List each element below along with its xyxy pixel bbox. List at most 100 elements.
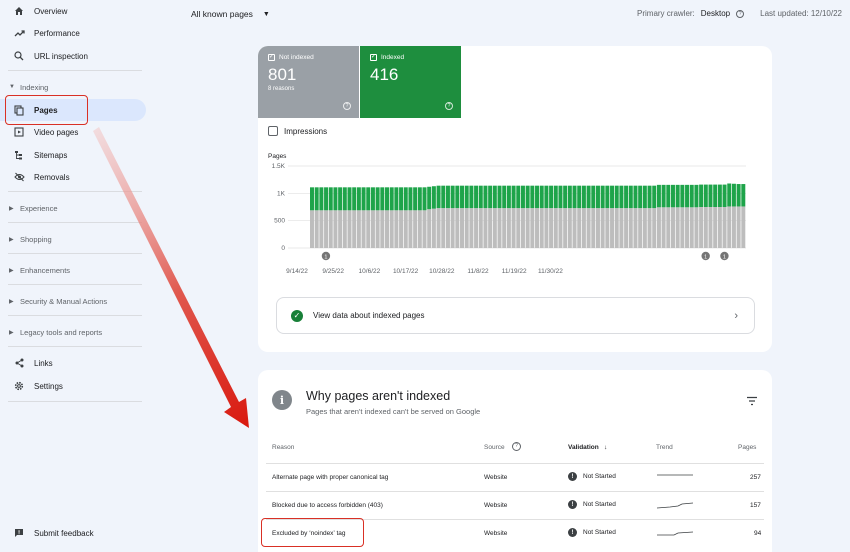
checkbox[interactable]	[268, 126, 278, 136]
help-icon[interactable]: ?	[343, 102, 351, 110]
bar-not-indexed	[394, 210, 399, 248]
bar-not-indexed	[544, 208, 549, 248]
bar-indexed	[722, 184, 727, 207]
help-icon[interactable]: ?	[445, 102, 453, 110]
bar-not-indexed	[539, 208, 544, 248]
bar-not-indexed	[600, 208, 605, 248]
col-header-validation[interactable]: Validation	[568, 444, 599, 451]
bar-not-indexed	[520, 208, 525, 248]
help-icon[interactable]: ?	[736, 9, 745, 18]
caret-right-icon: ▶	[9, 267, 14, 274]
x-tick-label: 11/19/22	[502, 268, 527, 275]
bar-not-indexed	[642, 208, 647, 248]
bar-not-indexed	[413, 210, 418, 248]
bar-indexed	[464, 185, 469, 209]
bar-not-indexed	[516, 208, 521, 248]
bar-indexed	[403, 187, 408, 211]
sidebar-item-performance[interactable]: Performance	[0, 22, 146, 44]
bar-not-indexed	[492, 208, 497, 248]
bar-indexed	[408, 187, 413, 211]
video-icon	[13, 126, 25, 138]
bar-not-indexed	[628, 208, 633, 248]
view-indexed-data-button[interactable]: ✓ View data about indexed pages ›	[276, 297, 755, 334]
dropdown-arrow-icon: ▼	[262, 10, 270, 18]
bar-not-indexed	[694, 207, 699, 248]
section-label: Enhancements	[20, 265, 71, 275]
indexed-tile[interactable]: ✓ Indexed 416 ?	[360, 46, 461, 118]
bar-indexed	[628, 185, 633, 209]
bar-not-indexed	[431, 208, 436, 248]
last-updated: Last updated: 12/10/22	[760, 9, 842, 18]
sidebar-item-label: URL inspection	[34, 51, 88, 61]
bar-indexed	[572, 185, 577, 209]
impressions-toggle[interactable]: Impressions	[268, 126, 327, 136]
sidebar-item-submit-feedback[interactable]: Submit feedback	[0, 522, 146, 544]
pages-cell: 94	[754, 530, 762, 537]
sidebar-item-label: Removals	[34, 172, 70, 182]
page-filter-dropdown[interactable]: All known pages ▼	[191, 9, 270, 19]
table-row[interactable]: Blocked due to access forbidden (403) We…	[266, 491, 764, 519]
bar-not-indexed	[614, 208, 619, 248]
sidebar-item-links[interactable]: Links	[0, 352, 146, 374]
section-label: Shopping	[20, 234, 52, 244]
bar-not-indexed	[689, 207, 694, 248]
bar-not-indexed	[624, 208, 629, 248]
help-icon[interactable]: ?	[512, 442, 521, 451]
x-tick-label: 9/25/22	[322, 268, 344, 275]
section-title: Why pages aren't indexed	[306, 389, 451, 403]
view-data-label: View data about indexed pages	[313, 311, 425, 320]
bar-indexed	[455, 185, 460, 209]
sidebar-section-enhancements[interactable]: ▶ Enhancements	[0, 261, 146, 279]
bar-not-indexed	[685, 207, 690, 248]
bar-indexed	[445, 185, 450, 209]
sidebar-section-legacy[interactable]: ▶ Legacy tools and reports	[0, 323, 146, 341]
sidebar-section-security[interactable]: ▶ Security & Manual Actions	[0, 292, 146, 310]
bar-indexed	[581, 185, 586, 209]
not-indexed-tile[interactable]: ✓ Not indexed 801 8 reasons ?	[258, 46, 359, 118]
bar-indexed	[516, 185, 521, 209]
sidebar-item-overview[interactable]: Overview	[0, 0, 146, 22]
highlight-box	[5, 95, 88, 125]
x-tick-label: 10/17/22	[393, 268, 419, 275]
bar-not-indexed	[488, 208, 493, 248]
sidebar-item-settings[interactable]: Settings	[0, 375, 146, 397]
sidebar-item-removals[interactable]: Removals	[0, 166, 146, 188]
bar-not-indexed	[427, 209, 432, 248]
bar-indexed	[399, 187, 404, 211]
sidebar-item-url-inspection[interactable]: URL inspection	[0, 45, 146, 67]
sidebar-section-shopping[interactable]: ▶ Shopping	[0, 230, 146, 248]
sidebar-section-experience[interactable]: ▶ Experience	[0, 199, 146, 217]
sidebar-item-sitemaps[interactable]: Sitemaps	[0, 144, 146, 166]
validation-cell: ! Not Started	[568, 472, 616, 481]
bar-indexed	[342, 187, 347, 211]
bar-not-indexed	[417, 210, 422, 248]
pages-cell: 257	[750, 474, 761, 481]
sidebar-section-indexing[interactable]: ▼ Indexing	[0, 78, 146, 96]
col-header-source[interactable]: Source	[484, 444, 505, 451]
bar-not-indexed	[647, 208, 652, 248]
bar-not-indexed	[563, 208, 568, 248]
bar-not-indexed	[703, 207, 708, 248]
bar-not-indexed	[553, 208, 558, 248]
col-header-pages[interactable]: Pages	[738, 444, 756, 451]
bar-indexed	[530, 185, 535, 209]
status-icon: !	[568, 500, 577, 509]
bar-not-indexed	[403, 210, 408, 248]
bar-indexed	[417, 187, 422, 211]
bar-indexed	[450, 185, 455, 209]
crawler-label: Primary crawler:	[637, 9, 695, 18]
table-row[interactable]: Alternate page with proper canonical tag…	[266, 463, 764, 491]
col-header-reason[interactable]: Reason	[272, 444, 294, 451]
validation-text: Not Started	[583, 501, 616, 508]
bar-not-indexed	[319, 210, 324, 248]
bar-indexed	[600, 185, 605, 209]
x-tick-label: 11/30/22	[538, 268, 563, 275]
bar-indexed	[633, 185, 638, 209]
sidebar-item-label: Performance	[34, 28, 80, 38]
divider	[8, 346, 142, 347]
filter-icon[interactable]	[746, 396, 758, 406]
links-icon	[13, 357, 25, 369]
bar-not-indexed	[333, 210, 338, 248]
bar-not-indexed	[549, 208, 554, 248]
bar-indexed	[413, 187, 418, 211]
